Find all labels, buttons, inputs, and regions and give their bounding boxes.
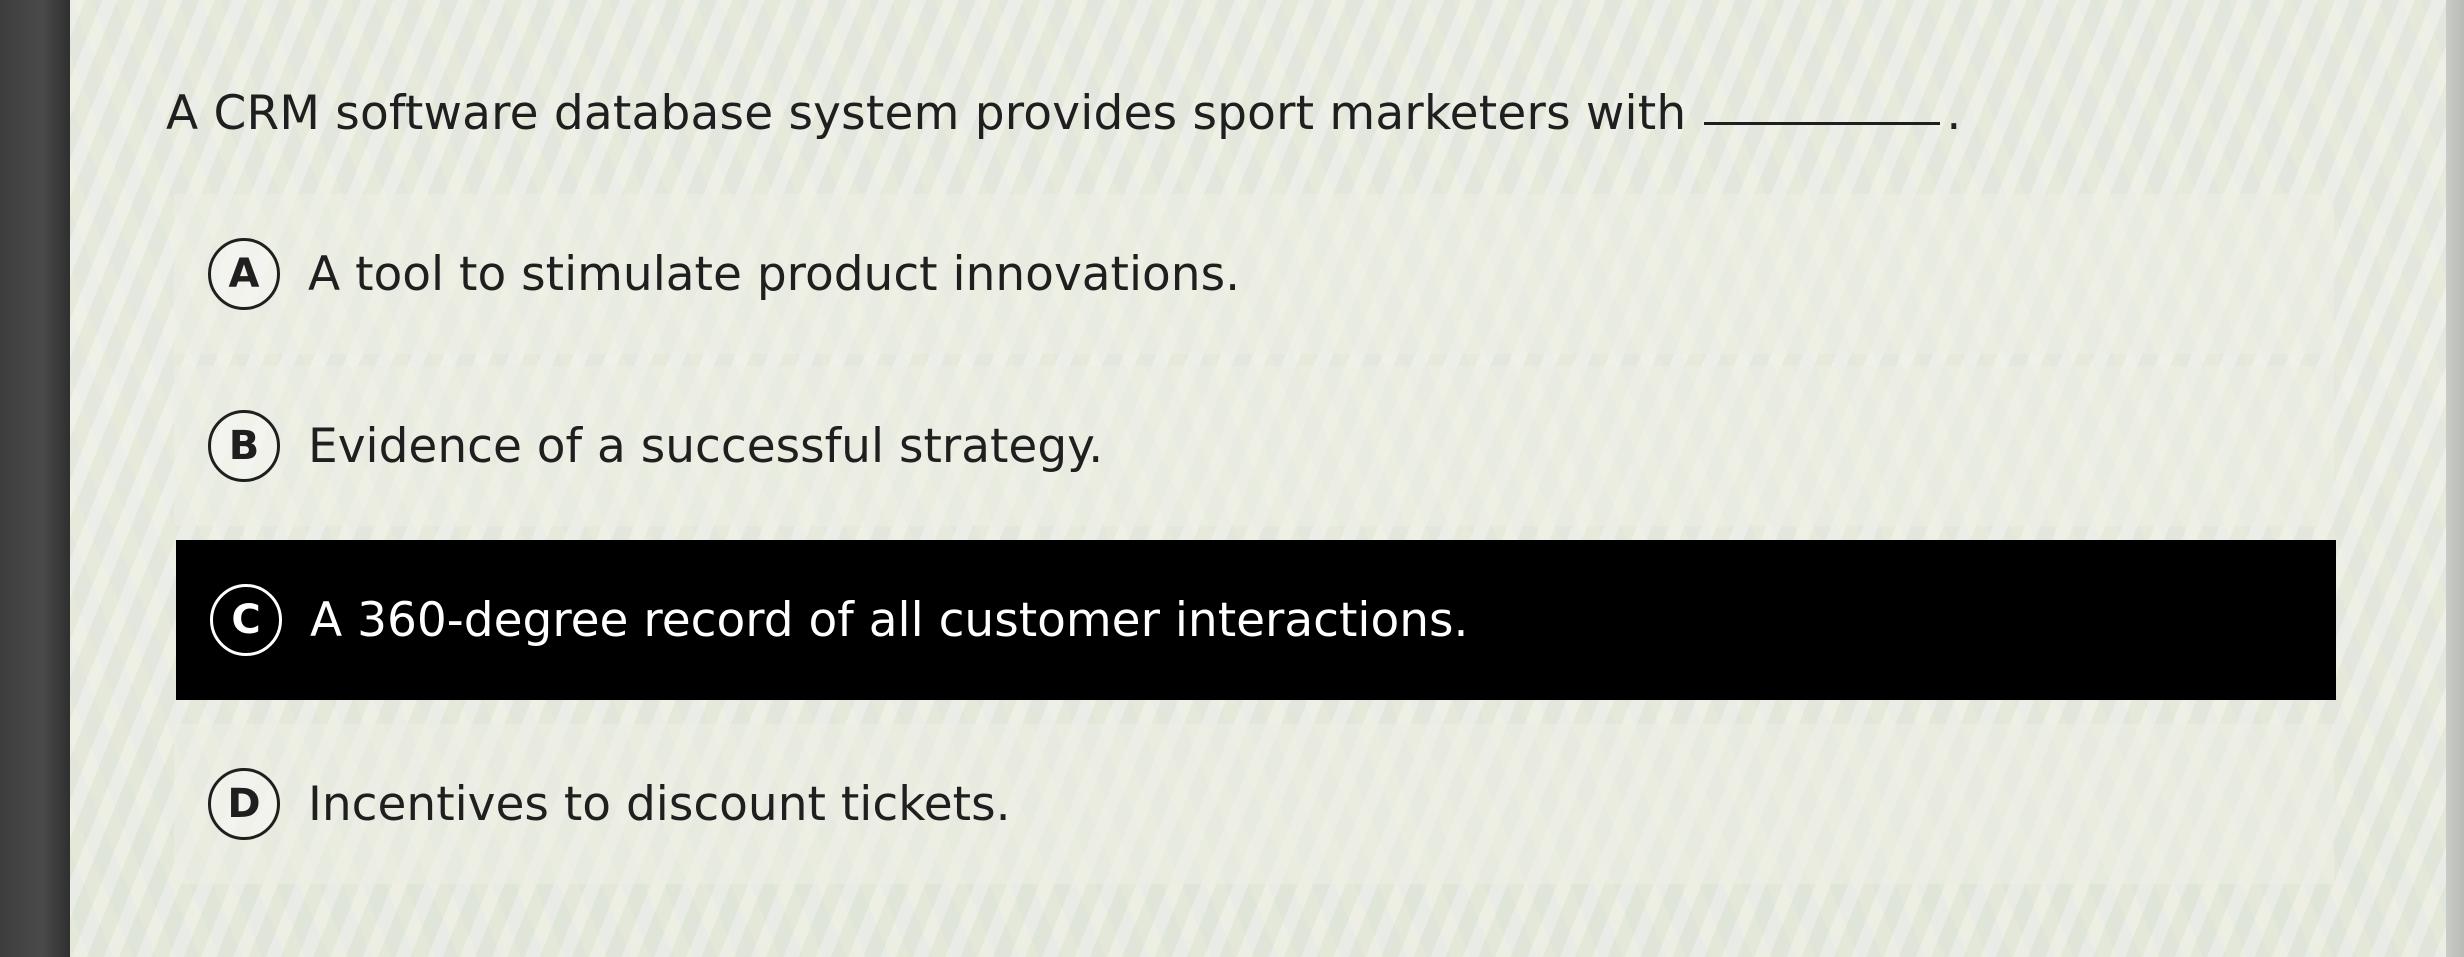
answer-option-b[interactable]: B Evidence of a successful strategy. xyxy=(174,366,2334,526)
screen-bezel-right xyxy=(2446,0,2464,957)
answer-option-d[interactable]: D Incentives to discount tickets. xyxy=(174,724,2334,884)
option-letter-badge: A xyxy=(208,238,280,310)
question-terminal: . xyxy=(1946,86,1962,141)
question-text: A CRM software database system provides … xyxy=(166,86,1687,141)
quiz-screen: A CRM software database system provides … xyxy=(70,0,2446,957)
option-text: A 360-degree record of all customer inte… xyxy=(310,592,1469,648)
option-letter-badge: C xyxy=(210,584,282,656)
option-text: Incentives to discount tickets. xyxy=(308,776,1011,832)
answer-option-c[interactable]: C A 360-degree record of all customer in… xyxy=(176,540,2336,700)
screen-bezel-left xyxy=(0,0,70,957)
option-text: Evidence of a successful strategy. xyxy=(308,418,1104,474)
option-text: A tool to stimulate product innovations. xyxy=(308,246,1241,302)
option-letter-badge: B xyxy=(208,410,280,482)
answer-blank xyxy=(1704,121,1941,125)
option-letter-badge: D xyxy=(208,768,280,840)
question-prompt: A CRM software database system provides … xyxy=(166,86,1962,141)
answer-option-a[interactable]: A A tool to stimulate product innovation… xyxy=(174,194,2334,354)
